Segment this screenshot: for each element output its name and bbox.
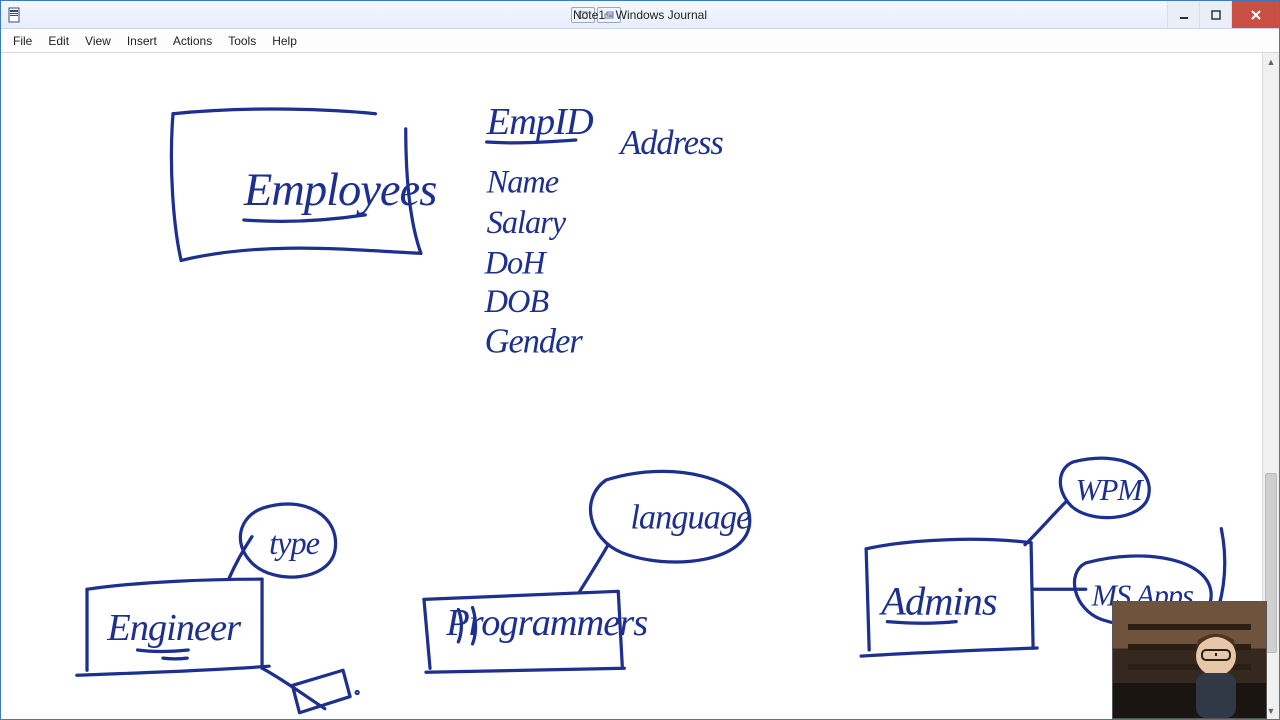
titlebar[interactable]: Note1 - Windows Journal bbox=[1, 1, 1279, 29]
scroll-up-arrow[interactable]: ▲ bbox=[1263, 53, 1279, 70]
attr-doh: DoH bbox=[484, 246, 548, 282]
employees-label: Employees bbox=[243, 165, 436, 216]
win-help-button-1[interactable] bbox=[571, 7, 595, 23]
programmers-language-label: language bbox=[630, 499, 751, 537]
webcam-overlay bbox=[1112, 601, 1267, 719]
menu-view[interactable]: View bbox=[77, 29, 119, 52]
engineer-type-label: type bbox=[269, 526, 319, 562]
window-title: Note1 - Windows Journal bbox=[1, 8, 1279, 22]
menubar: File Edit View Insert Actions Tools Help bbox=[1, 29, 1279, 53]
close-button[interactable] bbox=[1231, 1, 1279, 28]
menu-actions[interactable]: Actions bbox=[165, 29, 220, 52]
client-area: Employees EmpID Address Name Salary DoH … bbox=[1, 53, 1279, 719]
attr-name: Name bbox=[486, 165, 559, 201]
menu-help[interactable]: Help bbox=[264, 29, 305, 52]
win-help-button-2[interactable] bbox=[597, 7, 621, 23]
admins-wpm-label: WPM bbox=[1076, 473, 1145, 507]
menu-edit[interactable]: Edit bbox=[40, 29, 77, 52]
attr-salary: Salary bbox=[487, 205, 567, 241]
attr-empid: EmpID bbox=[486, 101, 594, 143]
attr-dob: DOB bbox=[484, 284, 550, 320]
menu-insert[interactable]: Insert bbox=[119, 29, 165, 52]
menu-tools[interactable]: Tools bbox=[220, 29, 264, 52]
engineer-label: Engineer bbox=[106, 607, 242, 649]
employee-attributes: EmpID Address Name Salary DoH DOB Gender bbox=[484, 101, 724, 361]
attr-gender: Gender bbox=[485, 323, 584, 361]
engineer-entity: Engineer type bbox=[77, 504, 358, 713]
maximize-button[interactable] bbox=[1199, 1, 1231, 28]
journal-canvas[interactable]: Employees EmpID Address Name Salary DoH … bbox=[1, 53, 1279, 720]
menu-file[interactable]: File bbox=[5, 29, 40, 52]
minimize-button[interactable] bbox=[1167, 1, 1199, 28]
person-icon bbox=[1176, 618, 1256, 718]
programmers-entity: Programmers language bbox=[424, 471, 751, 672]
app-window: Note1 - Windows Journal File Edit View I… bbox=[0, 0, 1280, 720]
employees-entity: Employees bbox=[171, 109, 436, 260]
app-icon bbox=[7, 7, 23, 23]
admins-label: Admins bbox=[878, 579, 997, 624]
attr-address: Address bbox=[618, 124, 723, 162]
